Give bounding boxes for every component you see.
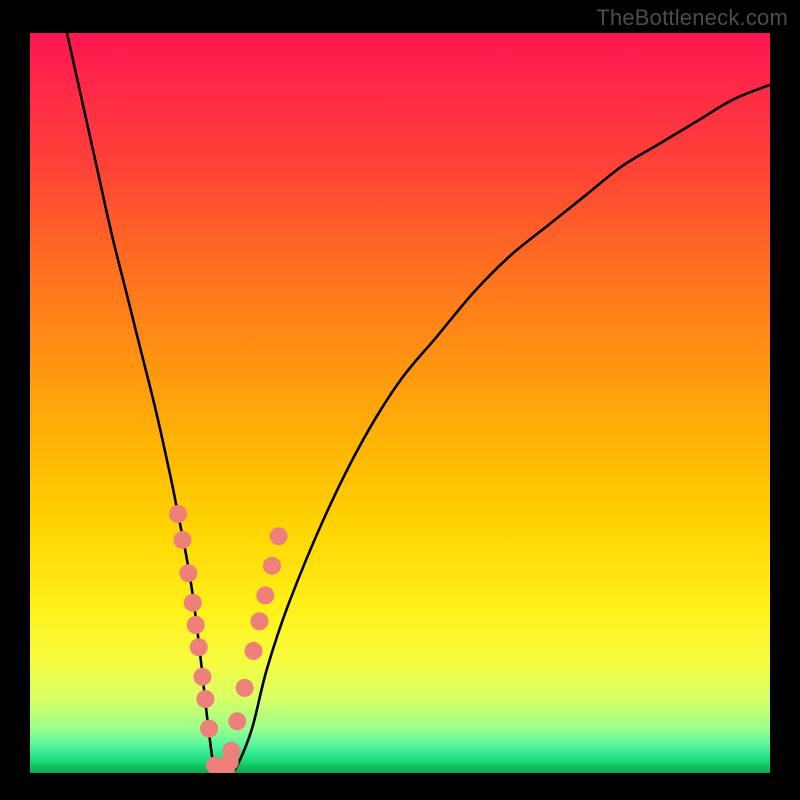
highlight-dot (169, 505, 187, 523)
highlight-dot (196, 690, 214, 708)
highlight-dot (200, 720, 218, 738)
watermark-text: TheBottleneck.com (596, 5, 788, 31)
highlight-dot (190, 638, 208, 656)
plot-area (30, 33, 770, 773)
highlight-dot (222, 742, 240, 760)
highlight-dot (263, 557, 281, 575)
highlight-dot (236, 679, 254, 697)
highlight-dot (256, 586, 274, 604)
highlight-dots (169, 505, 288, 773)
highlight-dot (270, 527, 288, 545)
highlight-dot (193, 668, 211, 686)
highlight-dot (250, 612, 268, 630)
curve-path (67, 33, 770, 773)
highlight-dot (173, 531, 191, 549)
highlight-dot (179, 564, 197, 582)
chart-svg (30, 33, 770, 773)
chart-root: TheBottleneck.com (0, 0, 800, 800)
bottleneck-curve (67, 33, 770, 773)
highlight-dot (228, 712, 246, 730)
highlight-dot (244, 642, 262, 660)
highlight-dot (184, 594, 202, 612)
highlight-dot (187, 616, 205, 634)
